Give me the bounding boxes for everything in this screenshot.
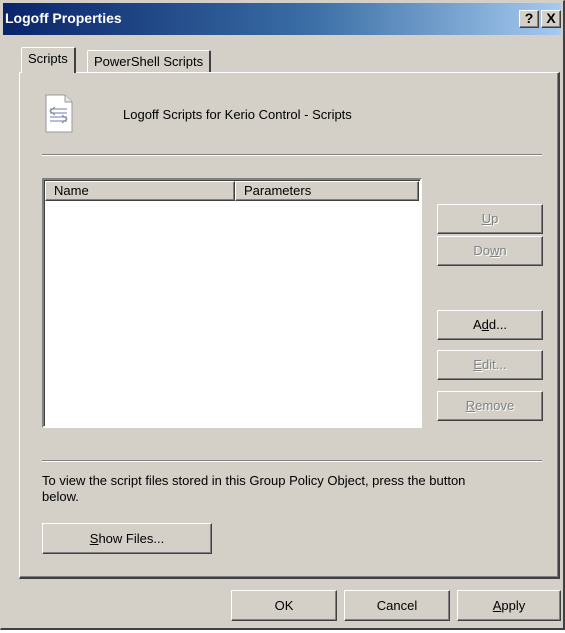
- close-button[interactable]: X: [541, 10, 561, 28]
- apply-button[interactable]: Apply: [457, 590, 561, 621]
- add-button-access-key: d: [481, 317, 489, 332]
- tab-powershell-scripts-label: PowerShell Scripts: [94, 54, 204, 69]
- help-button[interactable]: ?: [519, 10, 539, 28]
- up-button[interactable]: Up: [437, 204, 543, 234]
- edit-button-label-post: dit...: [482, 357, 507, 372]
- up-button-access-key: U: [481, 211, 492, 226]
- column-header-name-label: Name: [54, 183, 89, 198]
- title-bar[interactable]: Logoff Properties ? X: [3, 3, 561, 35]
- remove-button[interactable]: Remove: [437, 391, 543, 421]
- down-button[interactable]: Down: [437, 236, 543, 266]
- show-files-button[interactable]: Show Files...: [42, 523, 212, 554]
- scripts-heading: Logoff Scripts for Kerio Control - Scrip…: [123, 107, 352, 122]
- column-header-parameters-label: Parameters: [244, 183, 312, 198]
- edit-button-access-key: E: [473, 357, 483, 372]
- apply-button-label-post: pply: [501, 598, 526, 613]
- add-button[interactable]: Add...: [437, 310, 543, 340]
- window-title: Logoff Properties: [5, 10, 122, 26]
- cancel-button[interactable]: Cancel: [344, 590, 450, 621]
- down-button-label-pre: Do: [473, 243, 490, 258]
- add-button-label-pre: A: [473, 317, 482, 332]
- show-files-description: To view the script files stored in this …: [42, 473, 466, 504]
- down-button-access-key: w: [490, 243, 500, 258]
- column-header-name[interactable]: Name: [45, 181, 235, 201]
- script-document-icon: [45, 94, 73, 133]
- tab-scripts-label: Scripts: [28, 51, 68, 66]
- cancel-button-label: Cancel: [376, 598, 418, 613]
- tab-powershell-scripts[interactable]: PowerShell Scripts: [87, 50, 212, 73]
- add-button-label-post: d...: [488, 317, 507, 332]
- edit-button[interactable]: Edit...: [437, 350, 543, 380]
- ok-button-label: OK: [274, 598, 294, 613]
- logoff-properties-dialog: Logoff Properties ? X Scripts PowerShell…: [0, 0, 565, 630]
- show-files-label-post: how Files...: [98, 531, 165, 546]
- remove-button-access-key: R: [465, 398, 476, 413]
- bottom-separator: [42, 460, 542, 462]
- column-header-parameters[interactable]: Parameters: [235, 181, 419, 201]
- ok-button[interactable]: OK: [231, 590, 337, 621]
- scripts-list[interactable]: Name Parameters: [42, 178, 422, 428]
- down-button-label-post: n: [499, 243, 507, 258]
- tab-scripts[interactable]: Scripts: [21, 47, 76, 73]
- top-separator: [42, 154, 542, 156]
- up-button-label-post: p: [491, 211, 499, 226]
- remove-button-label-post: emove: [475, 398, 515, 413]
